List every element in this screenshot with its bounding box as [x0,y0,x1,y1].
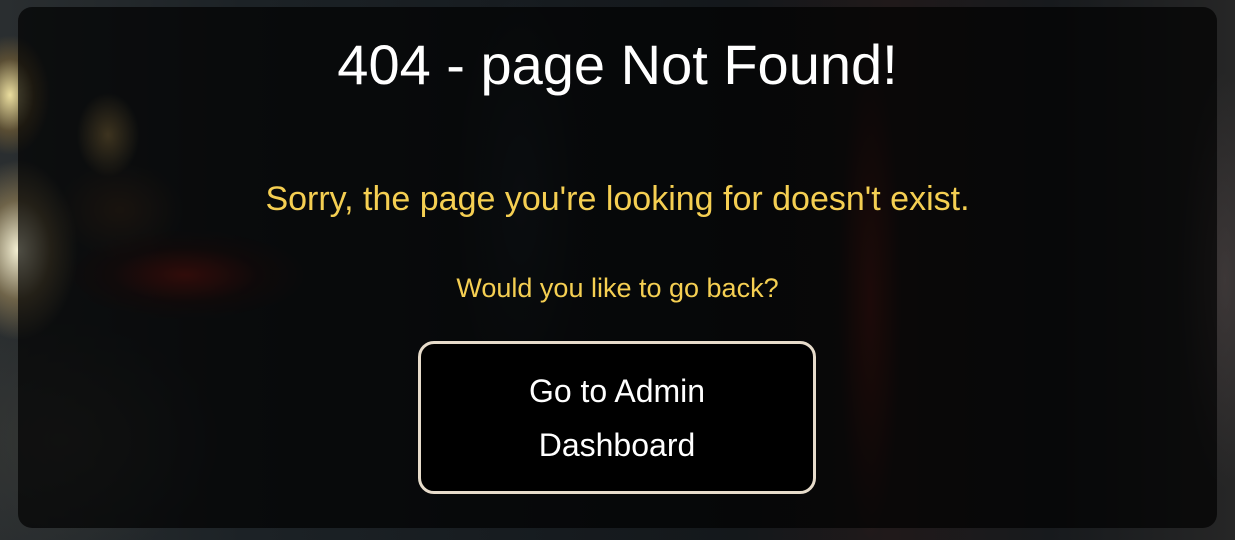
error-card: 404 - page Not Found! Sorry, the page yo… [18,7,1217,528]
go-back-prompt: Would you like to go back? [456,273,779,303]
go-to-admin-dashboard-button[interactable]: Go to Admin Dashboard [418,341,816,494]
error-message: Sorry, the page you're looking for doesn… [265,180,970,218]
page-title: 404 - page Not Found! [337,33,898,96]
